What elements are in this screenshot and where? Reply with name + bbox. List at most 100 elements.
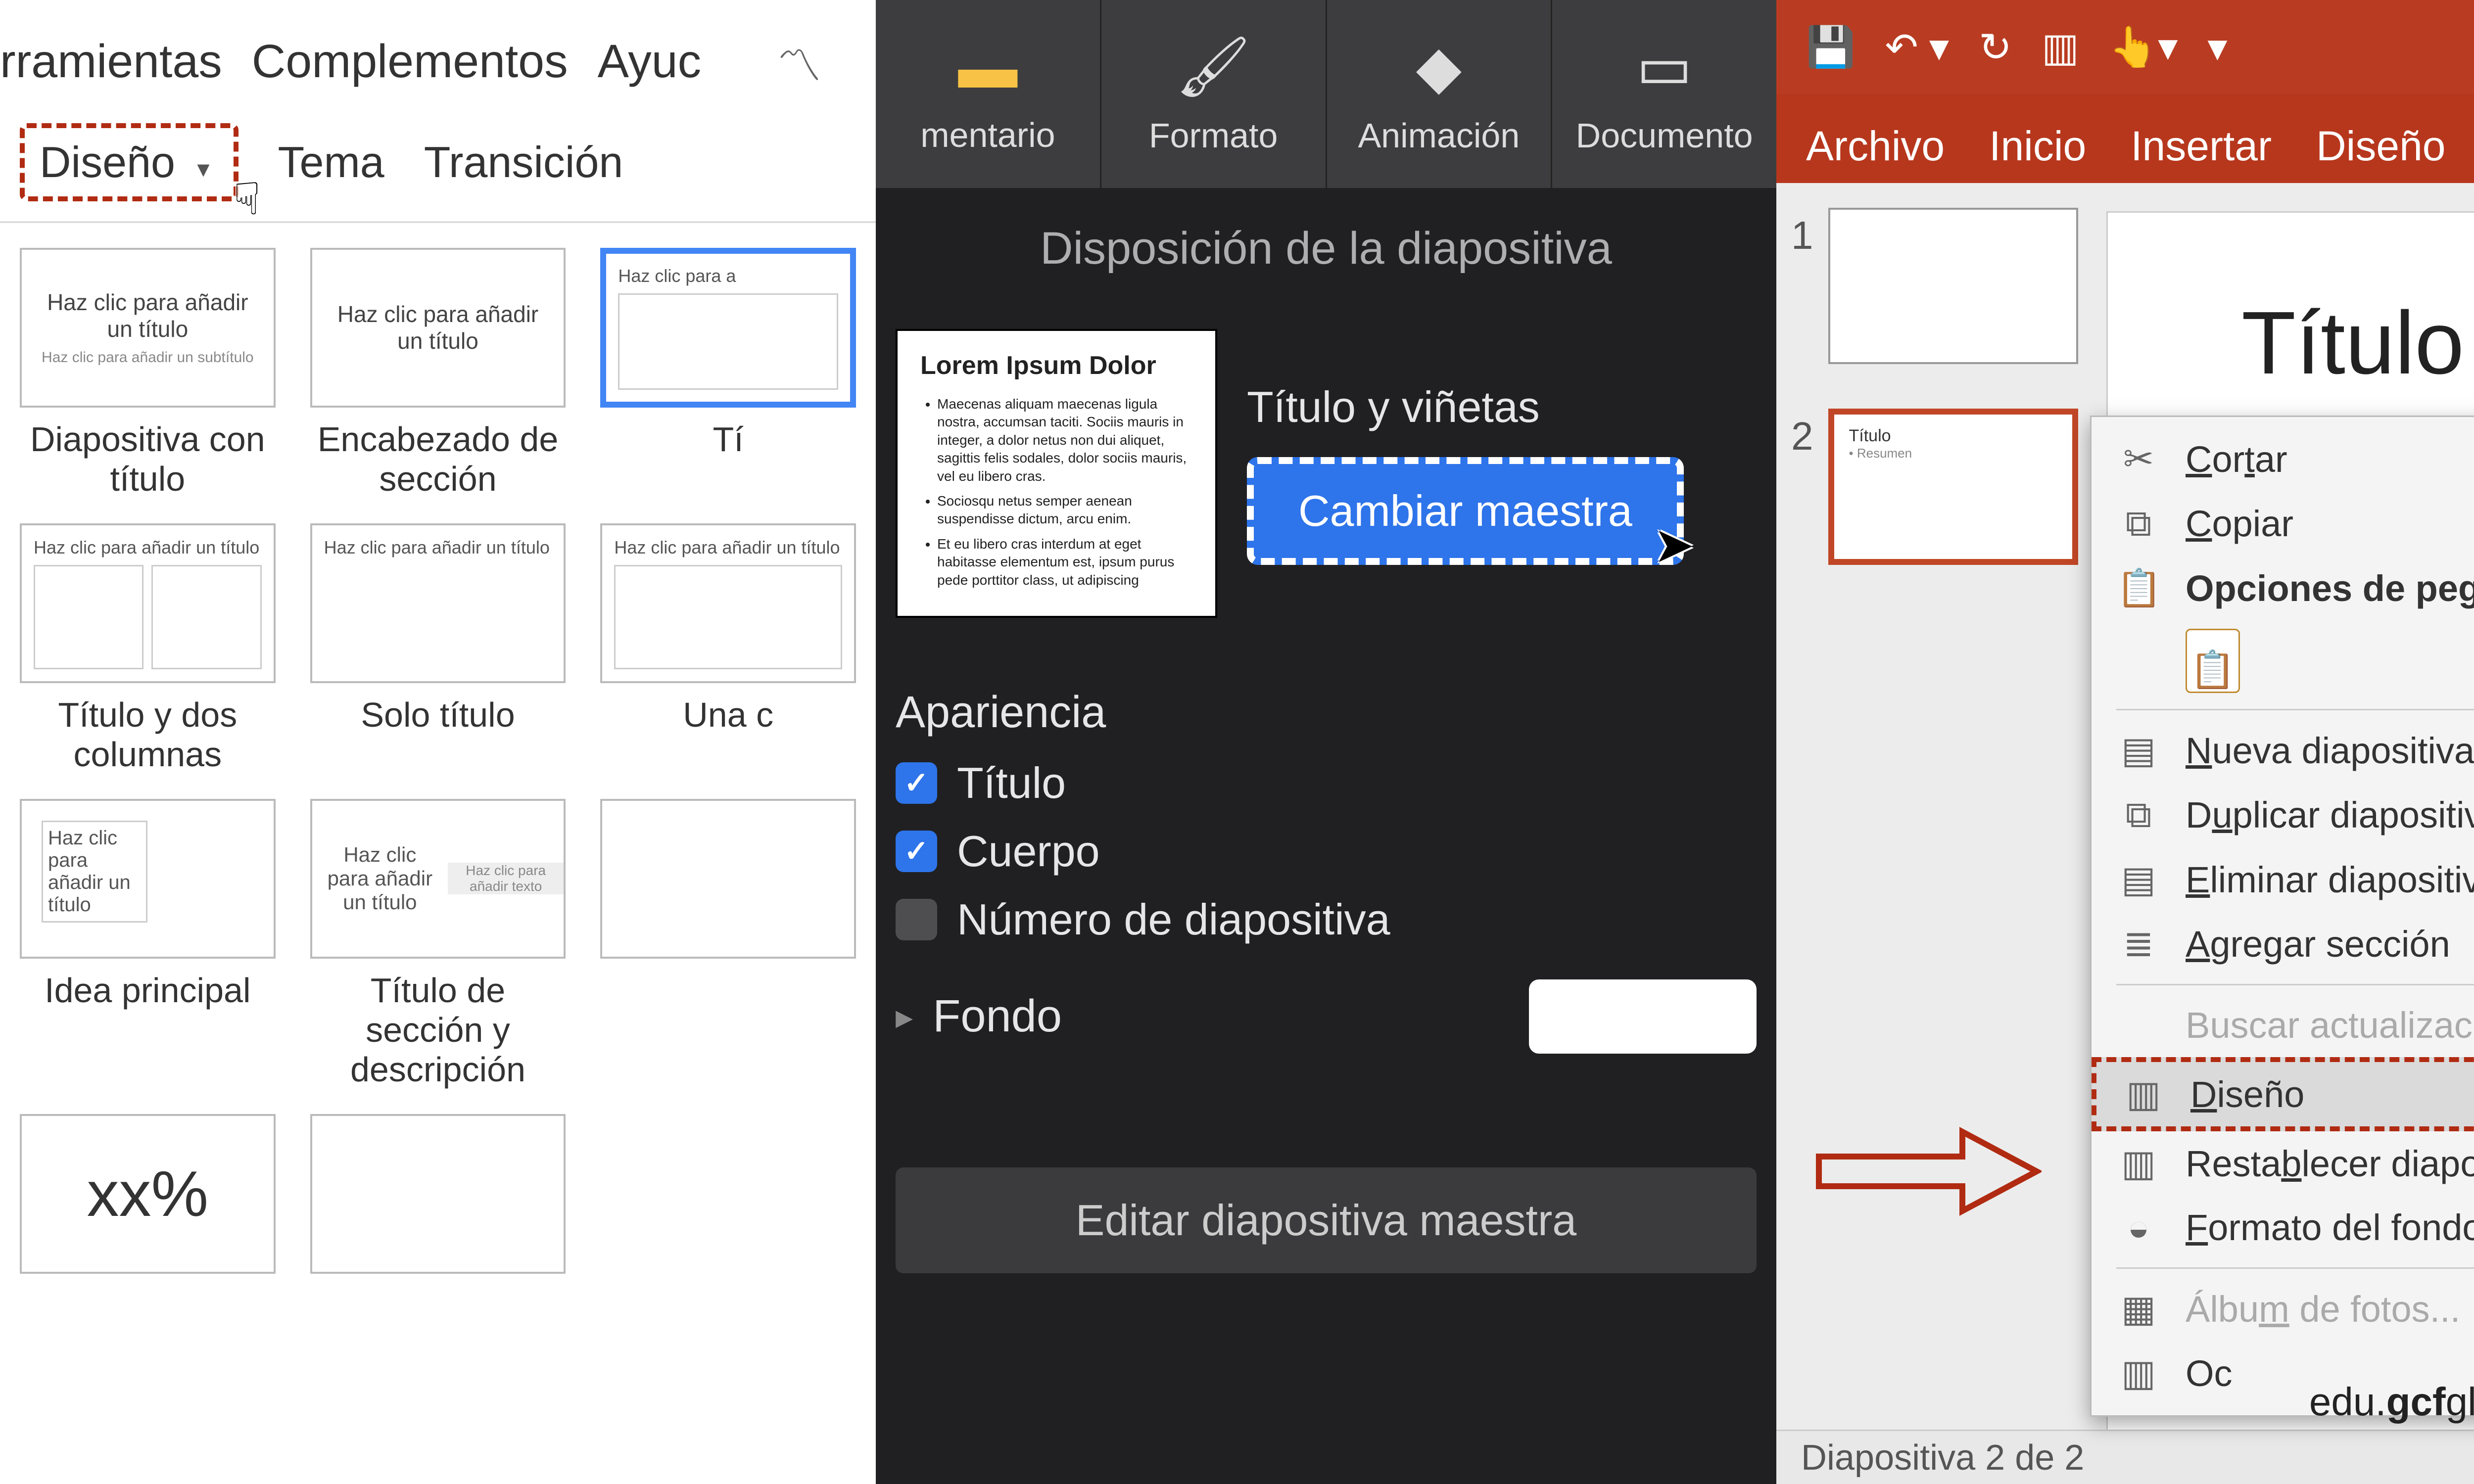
layout-gallery: Haz clic para añadir un título Haz clic … (0, 221, 876, 1286)
slide-thumb-2[interactable]: 2 Título • Resumen (1791, 409, 2078, 565)
diamond-icon: ◆ (1416, 33, 1462, 102)
layout-partial[interactable] (600, 799, 856, 1089)
tab-label: Formato (1149, 116, 1278, 155)
tab-insertar[interactable]: Insertar (2131, 122, 2272, 170)
layout-thumb: Haz clic para añadir un título (600, 523, 856, 683)
start-show-icon[interactable]: ▥ (2042, 24, 2079, 70)
thumb-text: Haz clic para a (618, 266, 838, 286)
explore-icon[interactable]: 〽 (777, 30, 821, 94)
ctx-label: Restablecer diapositiva (2186, 1143, 2474, 1185)
tab-archivo[interactable]: Archivo (1806, 122, 1945, 170)
layout-titulo-dos-columnas[interactable]: Haz clic para añadir un título Título y … (20, 523, 276, 774)
watermark: edu.gcfglobal.org (2309, 1379, 2474, 1425)
thumb-text: Haz clic para añadir un título (34, 537, 262, 558)
menu-herramientas[interactable]: rramientas (0, 35, 222, 89)
layout-encabezado-seccion[interactable]: Haz clic para añadir un título Encabezad… (310, 248, 566, 499)
slide-number: 1 (1791, 213, 1813, 364)
layout-thumb (600, 799, 856, 959)
ctx-eliminar[interactable]: ▤ Eliminar diapositiva (2092, 847, 2474, 912)
callout-arrow-icon (1814, 1122, 2042, 1223)
ctx-label: Copiar (2186, 503, 2293, 545)
check-cuerpo[interactable]: ✓ Cuerpo (896, 826, 1757, 877)
slide-thumb-1[interactable]: 1 (1791, 208, 2078, 364)
ctx-copiar[interactable]: ⧉ Copiar (2092, 491, 2474, 556)
ctx-label: Opciones de pegado: (2186, 567, 2474, 609)
ctx-restablecer[interactable]: ▥ Restablecer diapositiva (2092, 1131, 2474, 1196)
layout-diapositiva-titulo[interactable]: Haz clic para añadir un título Haz clic … (20, 248, 276, 499)
canvas-title: Título (2241, 293, 2464, 393)
layout-caption: Encabezado de sección (310, 419, 566, 499)
thumb-text: xx% (87, 1157, 209, 1231)
layout-titulo-seccion-descripcion[interactable]: Haz clic para añadir un título Haz clic … (310, 799, 566, 1089)
context-menu: ✂ Cortar ⧉ Copiar 📋 Opciones de pegado: … (2090, 416, 2474, 1417)
ctx-duplicar[interactable]: ⧉ Duplicar diapositiva (2092, 783, 2474, 847)
layout-idea-principal[interactable]: Haz clic para añadir un título Idea prin… (20, 799, 276, 1089)
submenu-diseno-label: Diseño (40, 138, 175, 186)
ctx-nueva-diapositiva[interactable]: ▤ Nueva diapositiva... (2092, 718, 2474, 783)
paste-keep-source-icon[interactable] (2186, 629, 2240, 693)
submenu-transicion[interactable]: Transición (424, 137, 623, 187)
tab-formato[interactable]: 🖌 Formato (1101, 0, 1327, 188)
background-swatch[interactable] (1529, 979, 1757, 1054)
delete-slide-icon: ▤ (2116, 858, 2161, 901)
thumb-text: Haz clic para añadir un título (42, 821, 147, 923)
change-master-label: Cambiar maestra (1298, 486, 1632, 535)
layout-solo-titulo[interactable]: Haz clic para añadir un título Solo títu… (310, 523, 566, 774)
ctx-formato-fondo[interactable]: ◒ Formato del fondo... (2092, 1196, 2474, 1259)
ctx-label: Buscar actualizaciones (2186, 1004, 2474, 1046)
layout-thumb: Haz clic para añadir un título (20, 523, 276, 683)
layout-titulo-cuerpo[interactable]: Haz clic para a Tí (600, 248, 856, 499)
layout-thumb: Haz clic para añadir un título (310, 523, 566, 683)
kn-inspector: Disposición de la diapositiva Lorem Ipsu… (876, 188, 1776, 1484)
appearance-header: Apariencia (896, 687, 1757, 738)
paste-option-buttons (2092, 621, 2474, 701)
thumb-text: Haz clic para añadir un título (327, 301, 549, 354)
ctx-label: Diseño (2190, 1073, 2304, 1115)
section-layout-title: Disposición de la diapositiva (896, 188, 1757, 309)
slide-preview (1828, 208, 2079, 364)
submenu-diseno[interactable]: Diseño ☟ (20, 123, 238, 201)
layout-caption: Título de sección y descripción (310, 971, 566, 1089)
qat-more-icon[interactable]: ▾ (2207, 24, 2227, 70)
redo-icon[interactable]: ↻ (1979, 24, 2012, 70)
undo-icon[interactable]: ↶ ▾ (1885, 24, 1949, 70)
tab-comentario[interactable]: ▬ mentario (876, 0, 1101, 188)
save-icon[interactable]: 💾 (1806, 24, 1856, 70)
quick-access-toolbar: 💾 ↶ ▾ ↻ ▥ 👆▾ ▾ (1776, 0, 2474, 94)
ctx-diseno[interactable]: ▥ Diseño ▸ ➤ (2092, 1057, 2474, 1131)
checkbox-on-icon: ✓ (896, 831, 937, 872)
tab-diseno[interactable]: Diseño (2316, 122, 2445, 170)
ctx-label: Nueva diapositiva... (2186, 730, 2474, 772)
slide-preview: Lorem Ipsum Dolor Maecenas aliquam maece… (896, 329, 1217, 618)
check-titulo[interactable]: ✓ Título (896, 758, 1757, 808)
disclosure-triangle-icon[interactable]: ▸ (896, 996, 913, 1037)
wm-c: global.org (2446, 1380, 2474, 1424)
ctx-agregar-seccion[interactable]: ≣ Agregar sección (2092, 912, 2474, 976)
layout-caption: Solo título (310, 695, 566, 735)
touch-mode-icon[interactable]: 👆▾ (2109, 24, 2178, 70)
edit-master-button[interactable]: Editar diapositiva maestra (896, 1167, 1757, 1273)
kn-toolbar: ▬ mentario 🖌 Formato ◆ Animación ▭ Docum… (876, 0, 1776, 188)
check-numero[interactable]: Número de diapositiva (896, 894, 1757, 945)
tab-documento[interactable]: ▭ Documento (1552, 0, 1776, 188)
submenu-tema[interactable]: Tema (278, 137, 384, 187)
layout-blank[interactable] (310, 1114, 566, 1286)
slide-mini-title: Título (1849, 426, 2058, 446)
change-master-button[interactable]: Cambiar maestra ➤ (1247, 457, 1684, 565)
ctx-cortar[interactable]: ✂ Cortar (2092, 427, 2474, 491)
thumb-subtext: Haz clic para añadir un subtítulo (42, 349, 254, 366)
layout-name: Título y viñetas (1247, 382, 1757, 432)
slide-thumbnails: 1 2 Título • Resumen (1776, 183, 2093, 1430)
slide-mini-sub: • Resumen (1849, 446, 2058, 461)
layout-una-columna[interactable]: Haz clic para añadir un título Una c (600, 523, 856, 774)
thumb-text: Haz clic para añadir un título (614, 537, 842, 558)
layout-numero-grande[interactable]: xx% (20, 1114, 276, 1286)
menu-ayuda[interactable]: Ayuc (598, 35, 701, 89)
background-row[interactable]: ▸ Fondo (896, 979, 1757, 1054)
gs-menubar: rramientas Complementos Ayuc (0, 15, 876, 123)
tab-animacion[interactable]: ◆ Animación (1327, 0, 1553, 188)
menu-complementos[interactable]: Complementos (252, 35, 568, 89)
ctx-label: Formato del fondo... (2186, 1206, 2474, 1249)
ctx-opciones-pegado: 📋 Opciones de pegado: (2092, 556, 2474, 621)
tab-inicio[interactable]: Inicio (1989, 122, 2086, 170)
